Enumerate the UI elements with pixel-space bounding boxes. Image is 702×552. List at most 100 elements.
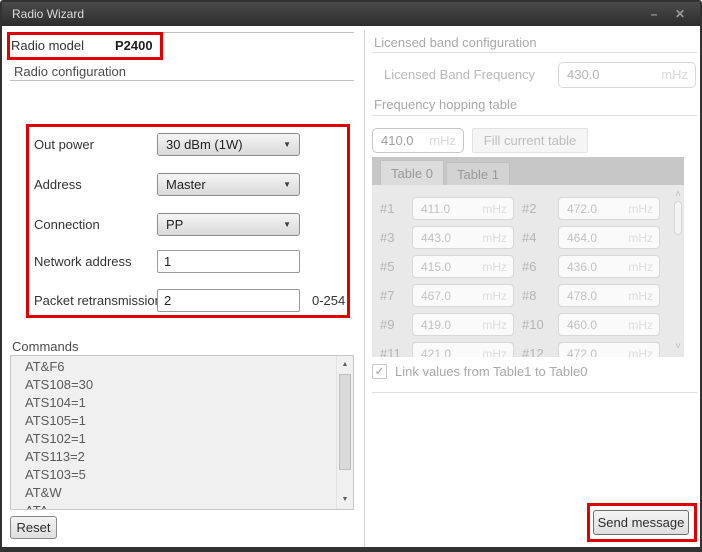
out-power-label: Out power bbox=[34, 137, 94, 152]
entry-unit: mHz bbox=[628, 347, 653, 357]
frequency-entry-input: 478.0 mHz bbox=[558, 284, 660, 307]
connection-value: PP bbox=[166, 217, 183, 232]
title-bar: Radio Wizard – ✕ bbox=[2, 2, 700, 26]
address-label: Address bbox=[34, 177, 82, 192]
connection-dropdown[interactable]: PP ▼ bbox=[157, 213, 300, 236]
commands-header: Commands bbox=[12, 339, 78, 354]
scroll-up-icon[interactable]: ▲ bbox=[337, 357, 353, 373]
entry-unit: mHz bbox=[628, 289, 653, 303]
connection-label: Connection bbox=[34, 217, 100, 232]
chevron-down-icon: ˅ bbox=[673, 341, 683, 352]
frequency-entry-input: 419.0 mHz bbox=[412, 313, 514, 336]
hopping-frequency-value: 410.0 bbox=[381, 133, 414, 148]
entry-unit: mHz bbox=[628, 260, 653, 274]
frequency-entry-input: 421.0 mHz bbox=[412, 342, 514, 357]
entry-num: #5 bbox=[380, 259, 394, 274]
entry-unit: mHz bbox=[482, 289, 507, 303]
command-item[interactable]: ATS113=2 bbox=[11, 448, 353, 466]
licensed-band-underline bbox=[372, 52, 697, 53]
frequency-entry-input: 472.0 mHz bbox=[558, 342, 660, 357]
command-item[interactable]: AT&F6 bbox=[11, 358, 353, 376]
entry-num: #11 bbox=[380, 346, 401, 357]
entry-value: 467.0 bbox=[421, 289, 451, 303]
commands-listbox[interactable]: AT&F6 ATS108=30 ATS104=1 ATS105=1 ATS102… bbox=[10, 355, 354, 510]
entry-value: 478.0 bbox=[567, 289, 597, 303]
licensed-band-frequency-label: Licensed Band Frequency bbox=[384, 67, 535, 82]
entry-value: 421.0 bbox=[421, 347, 451, 357]
command-item[interactable]: ATS102=1 bbox=[11, 430, 353, 448]
close-icon[interactable]: ✕ bbox=[670, 2, 690, 26]
radio-configuration-header: Radio configuration bbox=[14, 64, 126, 79]
network-address-input[interactable] bbox=[157, 250, 300, 273]
chevron-up-icon: ˄ bbox=[673, 189, 683, 200]
table-tab-strip: Table 0 Table 1 bbox=[372, 157, 684, 185]
entry-value: 436.0 bbox=[567, 260, 597, 274]
frequency-entry-input: 415.0 mHz bbox=[412, 255, 514, 278]
frequency-entry-input: 472.0mHz bbox=[558, 197, 660, 220]
entry-value: 464.0 bbox=[567, 231, 597, 245]
radio-model-value: P2400 bbox=[115, 38, 153, 53]
frequency-table-panel: Table 0 Table 1 #1 411.0mHz #2 472.0mHz … bbox=[372, 157, 684, 357]
entry-value: 419.0 bbox=[421, 318, 451, 332]
entry-value: 411.0 bbox=[421, 202, 450, 216]
commands-scrollbar-thumb[interactable] bbox=[339, 374, 351, 470]
hopping-frequency-input: 410.0 mHz bbox=[372, 128, 464, 153]
entry-num: #9 bbox=[380, 317, 394, 332]
command-item[interactable]: ATS108=30 bbox=[11, 376, 353, 394]
radio-model-header-line bbox=[163, 32, 354, 33]
frequency-hopping-underline bbox=[372, 115, 697, 116]
entry-num: #7 bbox=[380, 288, 394, 303]
minimize-icon[interactable]: – bbox=[644, 2, 664, 26]
address-dropdown[interactable]: Master ▼ bbox=[157, 173, 300, 196]
command-item[interactable]: ATA bbox=[11, 502, 353, 510]
frequency-entry-input: 411.0 mHz bbox=[412, 197, 514, 220]
entry-value: 415.0 bbox=[421, 260, 451, 274]
entry-num: #4 bbox=[522, 230, 536, 245]
frequency-entry-input: 467.0 mHz bbox=[412, 284, 514, 307]
packet-retransmission-label: Packet retransmission bbox=[34, 293, 162, 308]
entry-unit: mHz bbox=[482, 260, 507, 274]
entry-num: #8 bbox=[522, 288, 536, 303]
check-icon: ✓ bbox=[375, 366, 384, 378]
entry-unit: mHz bbox=[482, 318, 507, 332]
command-item[interactable]: ATS104=1 bbox=[11, 394, 353, 412]
network-address-label: Network address bbox=[34, 254, 132, 269]
entry-num: #10 bbox=[522, 317, 544, 332]
licensed-band-header: Licensed band configuration bbox=[374, 35, 537, 50]
commands-scrollbar[interactable]: ▲ ▼ bbox=[336, 356, 353, 509]
table-scrollbar-thumb bbox=[674, 201, 682, 235]
entry-value: 472.0 bbox=[567, 347, 597, 357]
send-message-button[interactable]: Send message bbox=[593, 510, 689, 535]
command-item[interactable]: AT&W bbox=[11, 484, 353, 502]
radio-wizard-window: Radio Wizard – ✕ Radio model P2400 Radio… bbox=[0, 0, 702, 552]
entry-value: 443.0 bbox=[421, 231, 451, 245]
reset-button[interactable]: Reset bbox=[10, 516, 57, 539]
radio-configuration-underline bbox=[10, 80, 354, 81]
command-item[interactable]: ATS103=5 bbox=[11, 466, 353, 484]
out-power-dropdown[interactable]: 30 dBm (1W) ▼ bbox=[157, 133, 300, 156]
packet-retransmission-input[interactable] bbox=[157, 289, 300, 312]
entry-num: #2 bbox=[522, 201, 536, 216]
entry-num: #3 bbox=[380, 230, 394, 245]
command-item[interactable]: ATS105=1 bbox=[11, 412, 353, 430]
scroll-down-icon[interactable]: ▼ bbox=[337, 492, 353, 508]
entry-unit: mHz bbox=[628, 318, 653, 332]
entry-unit: mHz bbox=[482, 202, 507, 216]
entry-num: #6 bbox=[522, 259, 536, 274]
entry-unit: mHz bbox=[482, 347, 507, 357]
frequency-entry-input: 464.0 mHz bbox=[558, 226, 660, 249]
tab-table-1: Table 1 bbox=[446, 162, 510, 185]
window-title: Radio Wizard bbox=[12, 7, 84, 21]
fill-current-table-button: Fill current table bbox=[472, 128, 588, 153]
chevron-down-icon: ▼ bbox=[283, 180, 291, 189]
entry-unit: mHz bbox=[628, 202, 653, 216]
chevron-down-icon: ▼ bbox=[283, 220, 291, 229]
hopping-frequency-unit: mHz bbox=[429, 133, 456, 148]
packet-retransmission-range: 0-254 bbox=[312, 293, 345, 308]
entry-unit: mHz bbox=[628, 231, 653, 245]
frequency-hopping-header: Frequency hopping table bbox=[374, 97, 517, 112]
licensed-band-frequency-value: 430.0 bbox=[567, 67, 600, 82]
entry-value: 460.0 bbox=[567, 318, 597, 332]
frequency-entry-input: 460.0 mHz bbox=[558, 313, 660, 336]
entry-num: #1 bbox=[380, 201, 394, 216]
